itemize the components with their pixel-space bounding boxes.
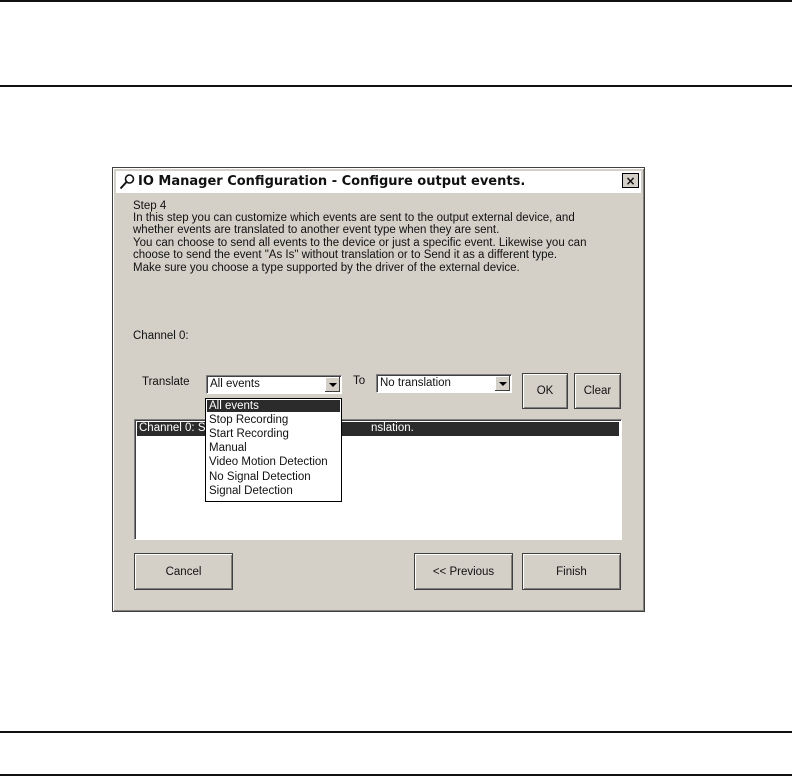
dropdown-option-start-recording[interactable]: Start Recording [207, 428, 340, 440]
dropdown-option-manual[interactable]: Manual [207, 442, 340, 454]
translate-select-value: All events [210, 378, 260, 390]
clear-button[interactable]: Clear [574, 373, 621, 409]
close-icon: × [625, 173, 636, 188]
page-rule-upper [0, 85, 792, 87]
io-manager-dialog: IO Manager Configuration - Configure out… [112, 167, 645, 612]
translate-label: Translate [142, 376, 190, 388]
translate-select[interactable]: All events [206, 375, 342, 394]
page-rule-top [0, 0, 792, 2]
ok-button[interactable]: OK [522, 373, 568, 409]
to-label: To [353, 375, 366, 387]
description-line: Make sure you choose a type supported by… [133, 261, 520, 274]
step-description: In this step you can customize which eve… [133, 212, 586, 274]
dialog-title: IO Manager Configuration - Configure out… [138, 174, 526, 189]
previous-button[interactable]: << Previous [414, 553, 513, 590]
description-line: whether events are translated to another… [133, 224, 500, 237]
chevron-down-icon[interactable] [495, 376, 510, 391]
list-item-text: Channel 0: S [139, 422, 206, 434]
step-heading: Step 4 [133, 200, 167, 212]
dropdown-option-all-events[interactable]: All events [207, 400, 340, 412]
description-line: choose to send the event "As Is" without… [133, 249, 558, 262]
page-rule-lower [0, 731, 792, 733]
cancel-button[interactable]: Cancel [134, 553, 233, 590]
dropdown-option-video-motion-detection[interactable]: Video Motion Detection [207, 456, 340, 468]
dropdown-option-no-signal-detection[interactable]: No Signal Detection [207, 471, 340, 483]
to-select[interactable]: No translation [376, 374, 512, 393]
dialog-title-bar[interactable]: IO Manager Configuration - Configure out… [116, 171, 641, 193]
channel-label: Channel 0: [133, 330, 189, 342]
wrench-icon [118, 173, 136, 191]
translate-dropdown-list[interactable]: All events Stop Recording Start Recordin… [205, 398, 342, 502]
dropdown-option-stop-recording[interactable]: Stop Recording [207, 414, 340, 426]
list-item-text-tail: nslation. [371, 422, 414, 434]
finish-button[interactable]: Finish [522, 553, 621, 590]
chevron-down-icon[interactable] [325, 377, 340, 392]
to-select-value: No translation [380, 377, 451, 389]
dropdown-option-signal-detection[interactable]: Signal Detection [207, 485, 340, 497]
description-line: In this step you can customize which eve… [133, 212, 575, 224]
description-line: You can choose to send all events to the… [133, 236, 587, 249]
close-button[interactable]: × [622, 173, 639, 188]
